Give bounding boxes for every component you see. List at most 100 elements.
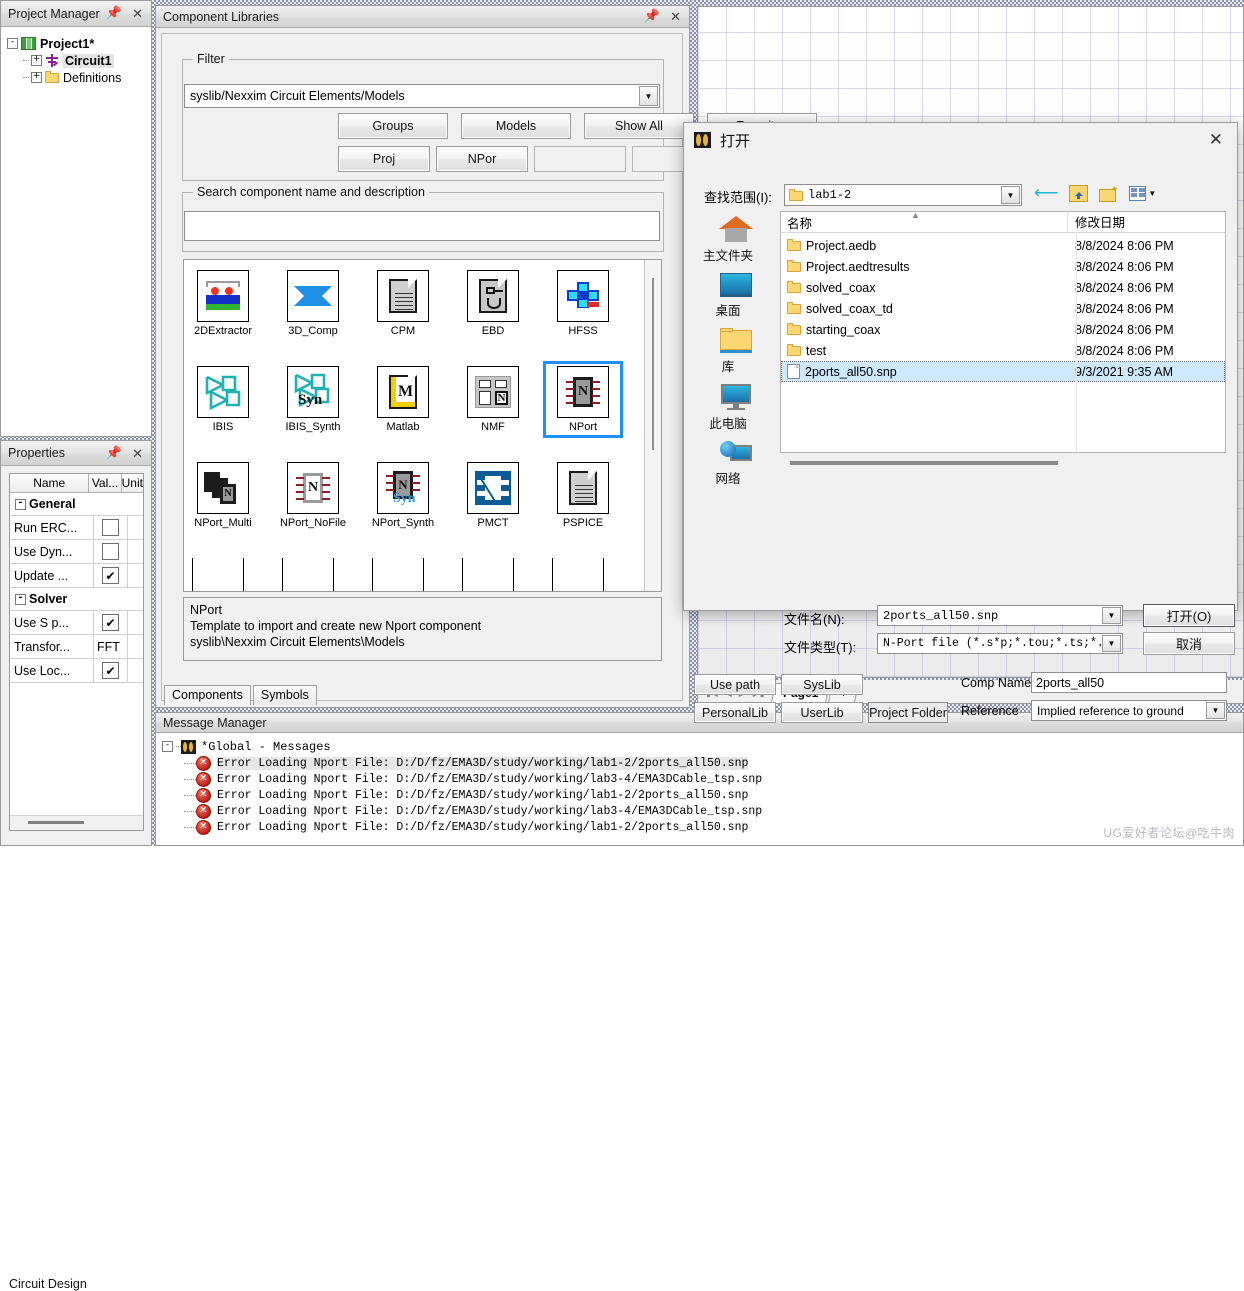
groups-button[interactable]: Groups <box>338 113 448 139</box>
tree-node-definitions[interactable]: + Definitions <box>7 69 151 86</box>
message-row[interactable]: ✕ Error Loading Nport File: D:/D/fz/EMA3… <box>184 771 1243 787</box>
pin-icon[interactable]: 📌 <box>644 10 660 23</box>
npor-button[interactable]: NPor <box>436 146 528 172</box>
up-folder-icon[interactable] <box>1069 184 1089 202</box>
file-list-hscrollbar[interactable] <box>780 457 1226 469</box>
close-icon[interactable]: ✕ <box>132 447 143 460</box>
property-row[interactable]: Use S p... ✔ <box>10 611 143 635</box>
message-row[interactable]: ✕ Error Loading Nport File: D:/D/fz/EMA3… <box>184 819 1243 835</box>
lookin-combo[interactable]: lab1-2 ▼ <box>784 184 1022 206</box>
userlib-button[interactable]: UserLib <box>781 702 863 723</box>
component-item-cpm[interactable]: CPM <box>368 270 438 337</box>
component-item-nmf[interactable]: N NMF <box>458 366 528 433</box>
place-item-library[interactable]: 库 <box>697 328 775 375</box>
tab-symbols[interactable]: Symbols <box>252 685 317 705</box>
property-row[interactable]: Transfor... FFT <box>10 635 143 659</box>
component-item-ibis[interactable]: IBIS <box>188 366 258 433</box>
chevron-down-icon[interactable]: ▼ <box>1102 635 1121 652</box>
chevron-down-icon[interactable]: ▼ <box>1001 186 1020 204</box>
component-item-nport[interactable]: N NPort <box>543 361 623 438</box>
column-header-name[interactable]: Name <box>10 474 90 493</box>
message-row[interactable]: ✕ Error Loading Nport File: D:/D/fz/EMA3… <box>184 787 1243 803</box>
checkbox[interactable]: ✔ <box>102 614 119 631</box>
component-item-nport-synth[interactable]: N Syn NPort_Synth <box>368 462 438 529</box>
component-item-nport-multi[interactable]: N NPort_Multi <box>188 462 258 529</box>
column-header-unit[interactable]: Unit <box>121 474 143 493</box>
property-row[interactable]: Update ... ✔ <box>10 564 143 588</box>
property-group-solver[interactable]: - Solver <box>10 588 143 611</box>
reference-combo[interactable]: Implied reference to ground ▼ <box>1031 700 1227 721</box>
new-folder-icon[interactable]: ✦ <box>1099 184 1118 202</box>
checkbox[interactable]: ✔ <box>102 567 119 584</box>
open-button[interactable]: 打开(O) <box>1143 604 1235 627</box>
file-row[interactable]: Project.aedtresults 8/8/2024 8:06 PM <box>781 256 1225 277</box>
file-row[interactable]: solved_coax 8/8/2024 8:06 PM <box>781 277 1225 298</box>
property-value[interactable]: FFT <box>94 635 128 658</box>
component-item-hfss[interactable]: HFSS <box>548 270 618 337</box>
tree-node-project1[interactable]: - Project1* <box>7 35 151 52</box>
column-header-value[interactable]: Val... <box>89 474 122 493</box>
component-item-pspice[interactable]: PSPICE <box>548 462 618 529</box>
checkbox[interactable] <box>102 519 119 536</box>
properties-bottom-tab[interactable]: Circuit Design <box>9 1277 87 1291</box>
tree-node-circuit1[interactable]: + Circuit1 <box>7 52 151 69</box>
show-all-button[interactable]: Show All <box>584 113 694 139</box>
property-row[interactable]: Use Dyn... <box>10 540 143 564</box>
component-item-2dextractor[interactable]: 2DExtractor <box>188 270 258 337</box>
horizontal-scrollbar[interactable] <box>10 815 143 830</box>
file-row[interactable]: starting_coax 8/8/2024 8:06 PM <box>781 319 1225 340</box>
pin-icon[interactable]: 📌 <box>106 447 122 460</box>
models-button[interactable]: Models <box>461 113 571 139</box>
close-icon[interactable]: ✕ <box>132 7 143 20</box>
back-arrow-icon[interactable]: ⟵ <box>1034 183 1058 203</box>
tab-components[interactable]: Components <box>164 685 251 705</box>
file-row[interactable]: test 8/8/2024 8:06 PM <box>781 340 1225 361</box>
project-folder-button[interactable]: Project Folder <box>868 702 948 723</box>
component-item-ebd[interactable]: EBD <box>458 270 528 337</box>
component-grid-scrollbar[interactable] <box>644 260 661 591</box>
place-item-this-pc[interactable]: 此电脑 <box>697 384 775 432</box>
filename-combo[interactable]: 2ports_all50.snp ▼ <box>877 605 1123 626</box>
message-row[interactable]: ✕ Error Loading Nport File: D:/D/fz/EMA3… <box>184 803 1243 819</box>
file-row[interactable]: solved_coax_td 8/8/2024 8:06 PM <box>781 298 1225 319</box>
view-list-icon[interactable]: ▼ <box>1129 185 1156 201</box>
search-input[interactable] <box>184 211 660 241</box>
property-group-general[interactable]: - General <box>10 493 143 516</box>
place-item-network[interactable]: 网络 <box>697 441 775 487</box>
cancel-button[interactable]: 取消 <box>1143 632 1235 655</box>
personallib-button[interactable]: PersonalLib <box>694 702 776 723</box>
library-path-combo[interactable]: syslib/Nexxim Circuit Elements/Models ▼ <box>184 84 660 108</box>
expander-icon[interactable]: - <box>15 498 26 510</box>
column-header-date[interactable]: 修改日期 <box>1067 212 1225 232</box>
message-row[interactable]: ✕ Error Loading Nport File: D:/D/fz/EMA3… <box>184 755 1243 771</box>
checkbox[interactable]: ✔ <box>102 662 119 679</box>
syslib-button[interactable]: SysLib <box>781 674 863 695</box>
component-item-matlab[interactable]: M Matlab <box>368 366 438 433</box>
chevron-down-icon[interactable]: ▼ <box>639 86 658 106</box>
chevron-down-icon[interactable]: ▼ <box>1206 702 1225 719</box>
close-icon[interactable]: ✕ <box>1209 130 1223 150</box>
component-item-pmct[interactable]: PMCT <box>458 462 528 529</box>
property-row[interactable]: Use Loc... ✔ <box>10 659 143 683</box>
column-header-name[interactable]: 名称 ▲ <box>781 212 1067 232</box>
place-item-desktop[interactable]: 桌面 <box>697 273 775 319</box>
component-item-3d-comp[interactable]: 3D_Comp <box>278 270 348 337</box>
message-root-node[interactable]: - *Global - Messages <box>162 738 1243 755</box>
chevron-down-icon[interactable]: ▼ <box>1102 607 1121 624</box>
file-row[interactable]: 2ports_all50.snp 9/3/2021 9:35 AM <box>781 361 1225 382</box>
component-grid[interactable]: 2DExtractor 3D_Comp CPM EBD HFSS IBIS Sy… <box>183 259 662 592</box>
proj-button[interactable]: Proj <box>338 146 430 172</box>
expander-icon[interactable]: + <box>31 72 42 83</box>
component-item-nport-nofile[interactable]: N NPort_NoFile <box>278 462 348 529</box>
component-item-ibis-synth[interactable]: Syn IBIS_Synth <box>278 366 348 433</box>
expander-icon[interactable]: + <box>31 55 42 66</box>
close-icon[interactable]: ✕ <box>670 10 681 23</box>
filter-slot-3-button[interactable] <box>534 146 626 172</box>
file-list[interactable]: 名称 ▲ 修改日期 Project.aedb 8/8/2024 8:06 PM … <box>780 211 1226 453</box>
place-item-home[interactable]: 主文件夹 <box>697 216 775 264</box>
expander-icon[interactable]: - <box>15 593 26 605</box>
expander-icon[interactable]: - <box>162 741 173 752</box>
comp-name-input[interactable]: 2ports_all50 <box>1031 672 1227 693</box>
property-row[interactable]: Run ERC... <box>10 516 143 540</box>
file-row[interactable]: Project.aedb 8/8/2024 8:06 PM <box>781 235 1225 256</box>
